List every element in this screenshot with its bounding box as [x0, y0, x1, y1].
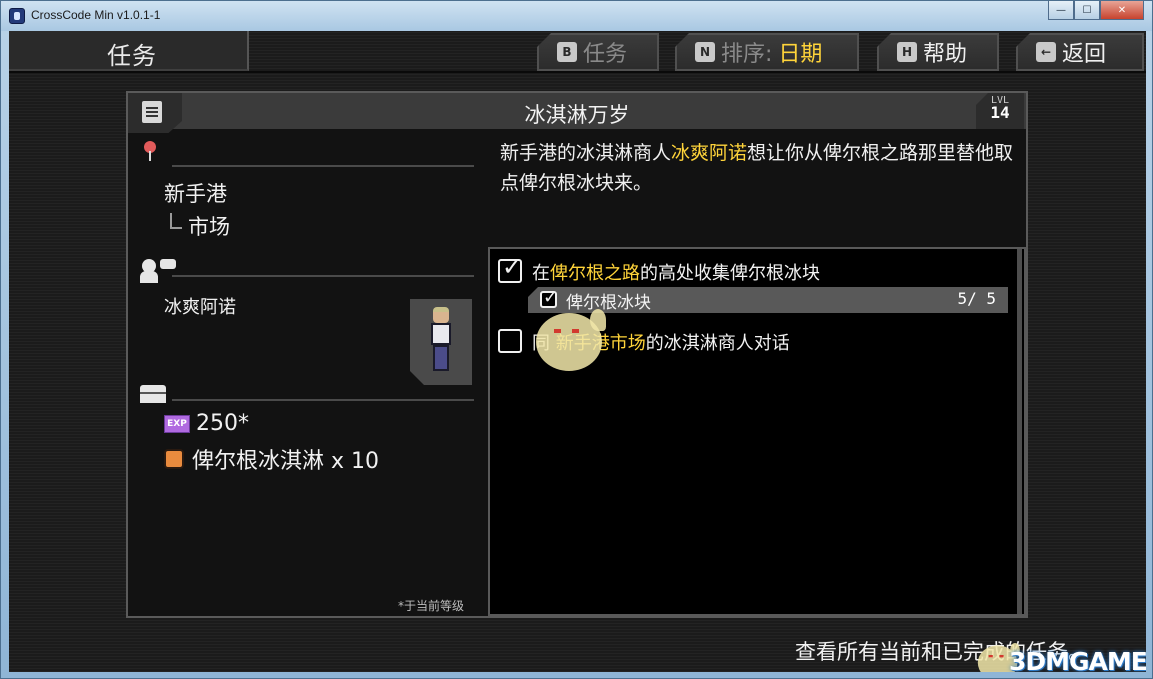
npc-divider	[172, 275, 474, 277]
level-badge: LVL 14	[976, 93, 1024, 129]
key-n-icon: N	[695, 42, 715, 62]
level-value: 14	[990, 103, 1010, 122]
map-pin-icon	[142, 141, 158, 163]
window-controls: — ☐ ✕	[1048, 1, 1144, 21]
description-npc-highlight: 冰爽阿诺	[671, 142, 748, 164]
objective-1-highlight: 俾尔根之路	[550, 263, 640, 284]
level-footnote: *于当前等级	[398, 599, 465, 613]
watermark: 3DMGAME	[1009, 647, 1146, 672]
quest-description: 新手港的冰淇淋商人冰爽阿诺想让你从俾尔根之路那里替他取点俾尔根冰块来。	[500, 138, 1020, 198]
npc-sprite	[430, 307, 452, 375]
app-window: CrossCode Min v1.0.1-1 — ☐ ✕ 任务 B 任务 N 排…	[0, 0, 1153, 679]
app-icon	[9, 8, 25, 24]
objectives-panel: ✓ 在俾尔根之路的高处收集俾尔根冰块 ✓ 俾尔根冰块 5/ 5 同 新手港市场的…	[488, 247, 1026, 616]
unchecked-checkbox-icon	[498, 329, 522, 353]
quest-detail-panel: 冰淇淋万岁 LVL 14 新手港的冰淇淋商人冰爽阿诺想让你从俾尔根之路那里替他取…	[126, 91, 1028, 618]
key-b-icon: B	[557, 42, 577, 62]
quests-tab-button[interactable]: B 任务	[537, 33, 659, 71]
exp-value: 250*	[196, 411, 249, 436]
close-button[interactable]: ✕	[1100, 1, 1144, 20]
ice-cream-item-icon	[164, 449, 184, 469]
quest-title-bar: 冰淇淋万岁 LVL 14	[128, 93, 1026, 133]
item-reward-text: 俾尔根冰淇淋 x 10	[192, 449, 380, 474]
npc-portrait	[410, 299, 472, 385]
npc-name: 冰爽阿诺	[164, 297, 236, 318]
quests-tab-label: 任务	[583, 42, 628, 67]
help-button[interactable]: H 帮助	[877, 33, 999, 71]
objective-1-pre: 在	[532, 263, 550, 284]
npc-speech-icon	[140, 259, 180, 283]
header-title-panel: 任务	[9, 31, 249, 71]
scroll-icon	[142, 101, 162, 123]
back-button[interactable]: ← 返回	[1016, 33, 1144, 71]
header-divider	[9, 71, 1146, 73]
location-divider	[172, 165, 474, 167]
bird-mascot-icon	[536, 307, 610, 371]
sub-objective-count: 5/ 5	[957, 289, 996, 308]
objective-1: 在俾尔根之路的高处收集俾尔根冰块	[532, 259, 820, 285]
sort-button[interactable]: N 排序: 日期	[675, 33, 859, 71]
objective-1-post: 的高处收集俾尔根冰块	[640, 263, 820, 284]
description-text-1: 新手港的冰淇淋商人	[500, 142, 672, 164]
maximize-button[interactable]: ☐	[1074, 1, 1100, 20]
tree-branch-icon	[170, 213, 182, 229]
chest-icon	[140, 385, 166, 403]
rewards-divider	[172, 399, 474, 401]
key-h-icon: H	[897, 42, 917, 62]
minimize-button[interactable]: —	[1048, 1, 1074, 20]
item-reward: 俾尔根冰淇淋 x 10	[164, 443, 379, 475]
exp-reward: EXP 250*	[164, 411, 249, 436]
window-title: CrossCode Min v1.0.1-1	[31, 8, 161, 22]
quest-title: 冰淇淋万岁	[524, 103, 630, 127]
checkmark-icon: ✓	[502, 253, 523, 281]
title-bar[interactable]: CrossCode Min v1.0.1-1 — ☐ ✕	[1, 1, 1152, 31]
quest-icon-tab	[128, 93, 182, 133]
back-label: 返回	[1062, 42, 1107, 67]
location-sub: 市场	[188, 215, 230, 239]
game-canvas: 任务 B 任务 N 排序: 日期 H 帮助 ← 返回 冰淇淋万岁 LVL 14 …	[9, 31, 1146, 672]
objectives-scrollbar[interactable]	[1017, 249, 1022, 614]
objective-2-post: 的冰淇淋商人对话	[645, 333, 790, 354]
help-label: 帮助	[923, 42, 968, 67]
exp-icon: EXP	[164, 414, 190, 433]
location-main: 新手港	[164, 182, 227, 206]
back-key-icon: ←	[1036, 42, 1056, 62]
page-title: 任务	[107, 42, 157, 70]
sub-checkmark-icon: ✓	[543, 287, 559, 308]
sort-value: 日期	[778, 42, 823, 67]
sort-label: 排序:	[721, 42, 773, 67]
